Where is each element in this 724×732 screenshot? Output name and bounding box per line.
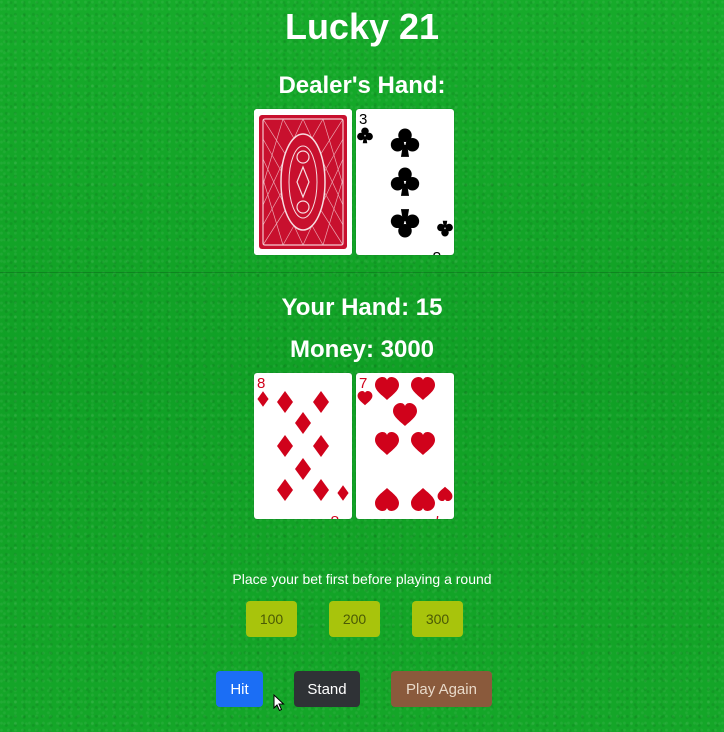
bet-100-button[interactable]: 100 <box>246 601 297 637</box>
card-rank-bottom: 3 <box>433 248 441 255</box>
bet-instruction-text: Place your bet first before playing a ro… <box>232 571 492 587</box>
money-label: Money: 3000 <box>289 336 435 363</box>
card-back-icon <box>254 109 352 255</box>
table-divider <box>0 272 724 273</box>
player-hand-label: Your Hand: 15 <box>281 294 443 321</box>
bet-200-button[interactable]: 200 <box>329 601 380 637</box>
mouse-pointer-icon <box>273 693 285 716</box>
dealer-card-back <box>254 109 352 255</box>
card-rank-top: 8 <box>257 375 265 392</box>
stand-button[interactable]: Stand <box>294 671 360 707</box>
hit-button[interactable]: Hit <box>216 671 263 707</box>
card-rank-top: 7 <box>359 375 367 392</box>
game-title: Lucky 21 <box>284 6 440 47</box>
dealer-card-3-clubs: 3 3 <box>356 109 454 255</box>
heart-suit-icon <box>357 390 373 406</box>
player-card-7-hearts: 7 7 <box>356 373 454 519</box>
card-rank-top: 3 <box>359 111 367 128</box>
player-card-8-diamonds: 8 8 <box>254 373 352 519</box>
card-rank-bottom: 8 <box>331 512 339 519</box>
diamond-suit-icon <box>257 391 269 407</box>
card-rank-bottom: 7 <box>433 512 441 519</box>
bet-300-button[interactable]: 300 <box>412 601 463 637</box>
dealer-hand-label: Dealer's Hand: <box>278 72 446 99</box>
play-again-button[interactable]: Play Again <box>391 671 492 707</box>
club-suit-icon <box>357 127 373 144</box>
